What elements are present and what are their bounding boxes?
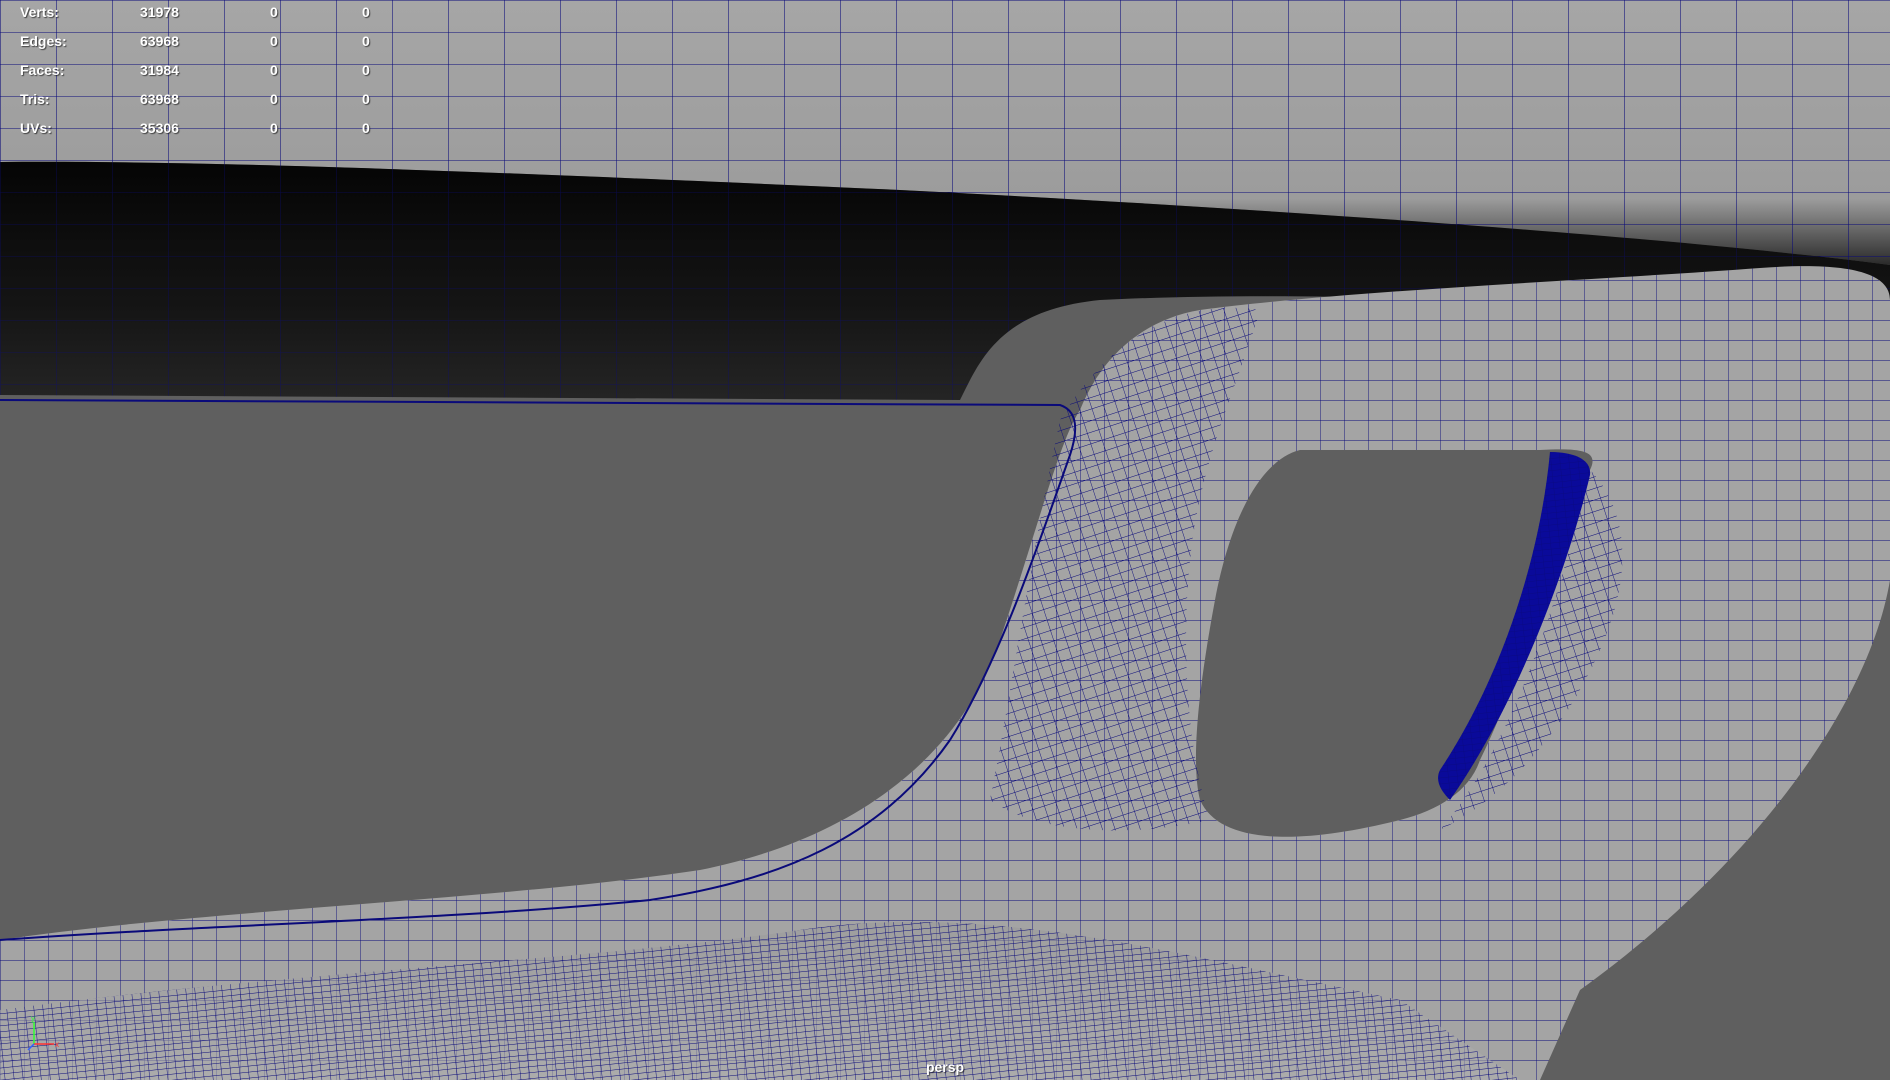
hud-label: Faces: [20, 62, 65, 78]
x-axis-label: x [55, 1040, 59, 1049]
hud-selected: 0 [270, 62, 278, 78]
hud-row-tris: Tris: 63968 0 0 [0, 87, 400, 116]
axis-gizmo-icon: y x [27, 1014, 59, 1051]
hud-highlighted: 0 [362, 4, 370, 20]
hud-label: Verts: [20, 4, 59, 20]
3d-viewport[interactable]: Verts: 31978 0 0 Edges: 63968 0 0 Faces:… [0, 0, 1890, 1080]
hud-highlighted: 0 [362, 62, 370, 78]
hud-row-faces: Faces: 31984 0 0 [0, 58, 400, 87]
hud-total: 35306 [140, 120, 179, 136]
hud-total: 31978 [140, 4, 179, 20]
y-axis-label: y [31, 1014, 35, 1023]
hud-highlighted: 0 [362, 33, 370, 49]
hud-label: Tris: [20, 91, 50, 107]
hud-highlighted: 0 [362, 120, 370, 136]
hud-selected: 0 [270, 91, 278, 107]
hud-selected: 0 [270, 120, 278, 136]
hud-selected: 0 [270, 33, 278, 49]
hud-label: UVs: [20, 120, 52, 136]
hud-total: 31984 [140, 62, 179, 78]
hud-highlighted: 0 [362, 91, 370, 107]
hud-row-edges: Edges: 63968 0 0 [0, 29, 400, 58]
camera-name-label: persp [925, 1059, 965, 1075]
poly-count-hud: Verts: 31978 0 0 Edges: 63968 0 0 Faces:… [0, 0, 400, 145]
z-axis-line [27, 1043, 35, 1051]
hud-row-uvs: UVs: 35306 0 0 [0, 116, 400, 145]
hud-label: Edges: [20, 33, 67, 49]
hud-row-verts: Verts: 31978 0 0 [0, 0, 400, 29]
wireframe-mesh [0, 0, 1890, 1080]
hud-total: 63968 [140, 91, 179, 107]
hud-selected: 0 [270, 4, 278, 20]
hud-total: 63968 [140, 33, 179, 49]
